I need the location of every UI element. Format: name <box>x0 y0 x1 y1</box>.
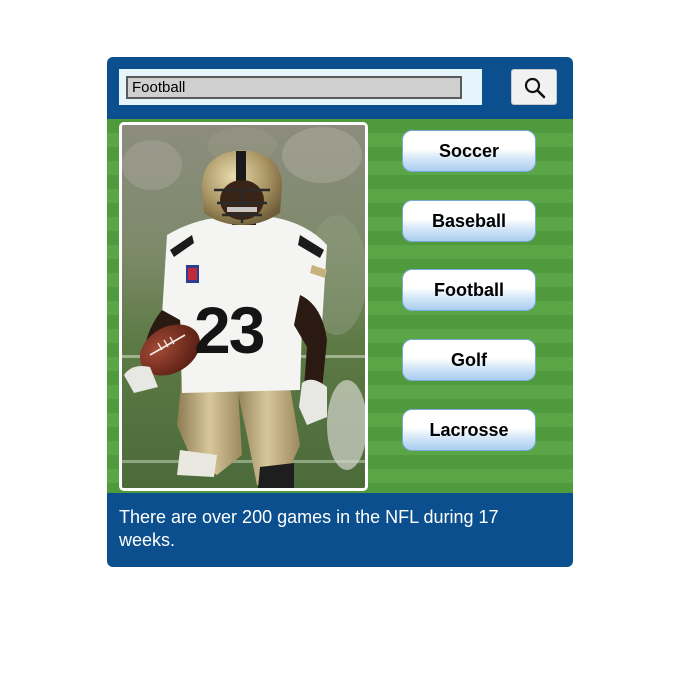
svg-text:23: 23 <box>194 293 264 367</box>
football-player-photo: 23 <box>119 122 368 491</box>
search-input[interactable] <box>126 76 462 99</box>
sports-widget: 23 Soccer Baseball Football Golf Lacross… <box>107 57 573 567</box>
search-button[interactable] <box>511 69 557 105</box>
field-background: 23 Soccer Baseball Football Golf Lacross… <box>107 119 573 493</box>
sport-button-golf[interactable]: Golf <box>402 339 536 381</box>
sport-button-soccer[interactable]: Soccer <box>402 130 536 172</box>
fact-caption: There are over 200 games in the NFL duri… <box>119 507 499 550</box>
sport-button-football[interactable]: Football <box>402 269 536 311</box>
sport-button-lacrosse[interactable]: Lacrosse <box>402 409 536 451</box>
search-icon <box>524 77 546 99</box>
sport-button-baseball[interactable]: Baseball <box>402 200 536 242</box>
search-bar <box>119 69 482 105</box>
